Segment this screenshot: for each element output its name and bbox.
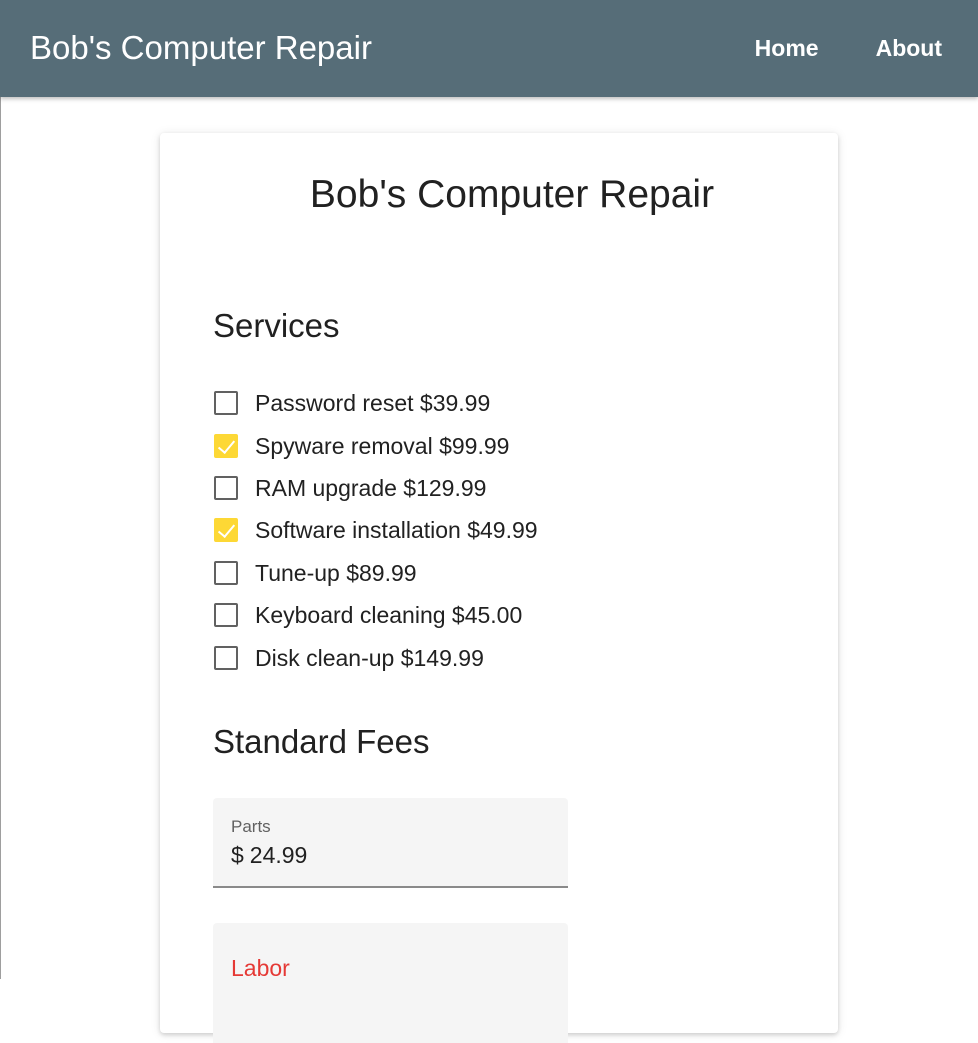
service-label: Tune-up $89.99 (255, 559, 417, 586)
service-item-ram-upgrade[interactable]: RAM upgrade $129.99 (213, 467, 538, 509)
service-item-software-installation[interactable]: Software installation $49.99 (213, 509, 538, 551)
repair-form-card: Bob's Computer Repair Services Password … (160, 133, 838, 1043)
service-label: Disk clean-up $149.99 (255, 644, 484, 671)
service-item-keyboard-cleaning[interactable]: Keyboard cleaning $45.00 (213, 594, 538, 636)
standard-fees-heading: Standard Fees (213, 723, 430, 760)
service-item-spyware-removal[interactable]: Spyware removal $99.99 (213, 424, 538, 466)
checkbox-spyware-removal[interactable] (214, 433, 238, 458)
service-label: Software installation $49.99 (255, 517, 538, 544)
service-label: RAM upgrade $129.99 (255, 474, 487, 501)
service-item-password-reset[interactable]: Password reset $39.99 (213, 382, 538, 424)
service-item-disk-clean-up[interactable]: Disk clean-up $149.99 (213, 636, 538, 678)
checkbox-password-reset[interactable] (214, 391, 238, 416)
service-label: Keyboard cleaning $45.00 (255, 602, 523, 629)
parts-field-label: Parts (231, 817, 271, 836)
top-app-bar: Bob's Computer Repair Home About (0, 0, 978, 97)
service-label: Spyware removal $99.99 (255, 432, 510, 459)
page-title: Bob's Computer Repair (309, 173, 715, 216)
checkbox-software-installation[interactable] (214, 518, 238, 543)
brand-title[interactable]: Bob's Computer Repair (30, 28, 372, 68)
page-left-divider (0, 97, 1, 979)
service-item-tune-up[interactable]: Tune-up $89.99 (213, 552, 538, 594)
services-list: Password reset $39.99 Spyware removal $9… (213, 382, 538, 679)
checkbox-tune-up[interactable] (214, 560, 238, 585)
services-heading: Services (213, 307, 340, 344)
parts-input[interactable] (249, 840, 530, 870)
labor-field[interactable]: Labor (213, 923, 568, 1043)
parts-field-value: $ (231, 840, 530, 870)
nav-home-link[interactable]: Home (755, 33, 819, 63)
top-nav: Home About (755, 33, 942, 63)
checkbox-keyboard-cleaning[interactable] (214, 603, 238, 628)
checkbox-ram-upgrade[interactable] (214, 475, 238, 500)
parts-field[interactable]: Parts $ (213, 798, 568, 888)
service-label: Password reset $39.99 (255, 390, 491, 417)
nav-about-link[interactable]: About (876, 33, 942, 63)
currency-prefix: $ (231, 842, 244, 868)
checkbox-disk-clean-up[interactable] (214, 645, 238, 670)
